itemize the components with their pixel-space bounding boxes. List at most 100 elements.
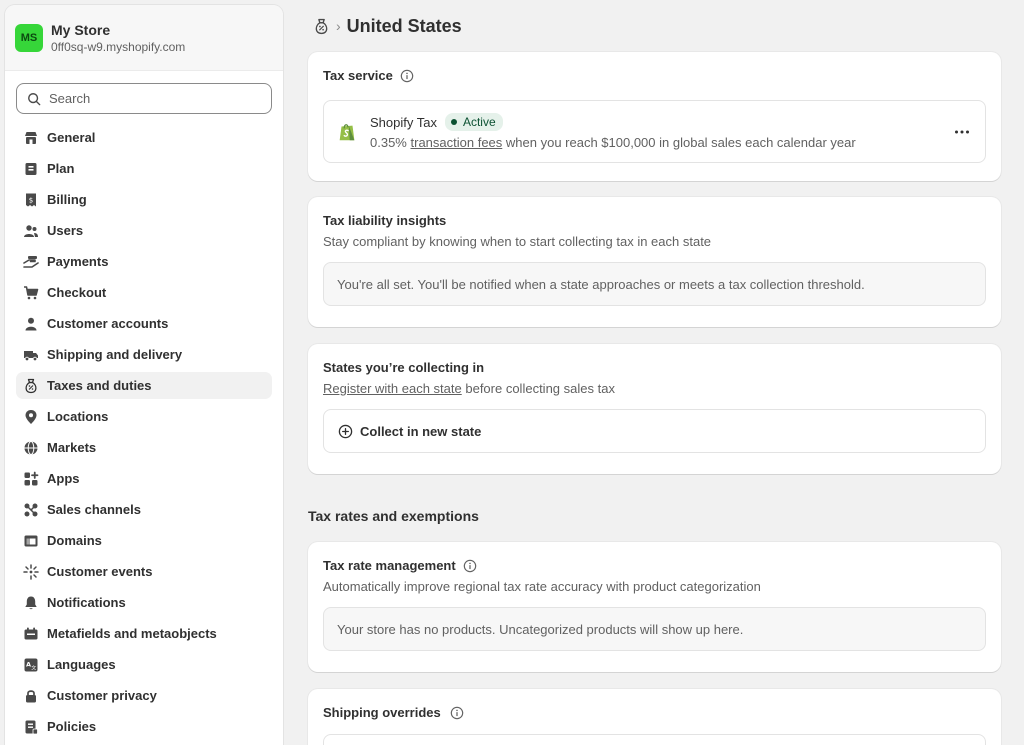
provider-name: Shopify Tax [370,114,437,130]
tax-liability-card: Tax liability insights Stay compliant by… [308,197,1001,327]
sidebar-item-label: Payments [47,254,109,269]
sidebar-item-label: Customer accounts [47,316,169,331]
status-dot [450,119,457,125]
sidebar-item-checkout[interactable]: Checkout [16,279,272,306]
card-title: Tax service [323,68,393,83]
sidebar-item-policies[interactable]: Policies [16,713,272,740]
status-badge: Active [444,113,503,131]
sidebar-item-label: Apps [47,471,80,486]
sidebar-item-metafields[interactable]: Metafields and metaobjects [16,620,272,647]
info-icon[interactable] [463,559,477,573]
search-icon [28,92,41,105]
page-title: United States [346,15,462,36]
more-actions-button[interactable] [951,122,973,142]
section-heading: Tax rates and exemptions [308,508,479,524]
person-icon [23,316,39,332]
ellipsis-icon [955,130,969,134]
card-title: Shipping overrides [323,705,441,720]
store-name: My Store [51,21,111,38]
sidebar-item-label: Sales channels [47,502,141,517]
sidebar-item-label: Taxes and duties [47,378,152,393]
sidebar-item-general[interactable]: General [16,124,272,151]
billing-icon: $ [23,192,39,208]
globe-icon [23,440,39,456]
users-icon [23,223,39,239]
sparkle-icon [23,563,39,580]
sidebar-item-customer-privacy[interactable]: Customer privacy [16,682,272,709]
info-icon[interactable] [450,706,464,720]
payments-icon [23,254,39,270]
metafields-icon [23,626,39,642]
sidebar-item-label: Billing [47,192,87,207]
fee-description: when you reach $100,000 in global sales … [505,135,856,150]
sidebar-item-label: Customer privacy [47,688,157,703]
cart-icon [23,285,39,301]
policies-icon [23,719,39,735]
sidebar-item-label: Locations [47,409,109,424]
svg-text:文: 文 [31,664,36,671]
sidebar-item-label: Metafields and metaobjects [47,626,217,641]
sidebar-item-locations[interactable]: Locations [16,403,272,430]
sidebar-item-plan[interactable]: Plan [16,155,272,182]
shopify-bag-icon [339,123,355,140]
sidebar-item-label: Shipping and delivery [47,347,183,362]
card-subtitle: Stay compliant by knowing when to start … [323,234,712,249]
sidebar-item-notifications[interactable]: Notifications [16,589,272,616]
collect-new-state-label: Collect in new state [360,423,482,439]
card-subtitle: before collecting sales tax [465,381,615,396]
collect-new-state-button[interactable]: Collect in new state [323,409,986,453]
plan-icon [23,161,39,177]
sidebar-item-users[interactable]: Users [16,217,272,244]
svg-text:A: A [26,660,31,668]
store-avatar: MS [15,23,43,52]
store-header[interactable]: MS My Store 0ff0sq-w9.myshopify.com [5,5,283,71]
sidebar-item-markets[interactable]: Markets [16,434,272,461]
card-title: Tax liability insights [323,213,447,228]
bell-icon [23,595,39,611]
sidebar-item-billing[interactable]: $ Billing [16,186,272,213]
sidebar-item-customer-accounts[interactable]: Customer accounts [16,310,272,337]
tax-bag-icon[interactable] [313,18,330,35]
sidebar-item-languages[interactable]: A文 Languages [16,651,272,678]
plus-circle-icon [338,424,353,438]
sidebar-item-label: Languages [47,657,116,672]
settings-nav: General Plan $ Billing Users Payments Ch… [16,124,272,744]
sidebar-item-label: Markets [47,440,97,455]
fee-rate: 0.35% [370,135,407,150]
search-box[interactable] [16,83,272,114]
card-title: Tax rate management [323,558,456,573]
languages-icon: A文 [23,657,39,673]
search-input[interactable] [49,91,249,106]
sidebar-item-label: Notifications [47,595,126,610]
sidebar-item-label: Policies [47,719,97,734]
transaction-fees-link[interactable]: transaction fees [411,135,503,150]
tax-service-card: Tax service Shopify Tax Active 0.35% tra… [308,52,1001,181]
sidebar-item-payments[interactable]: Payments [16,248,272,275]
info-icon[interactable] [400,69,414,83]
tax-service-box: Shopify Tax Active 0.35% transaction fee… [323,100,986,163]
sidebar-item-domains[interactable]: Domains [16,527,272,554]
store-icon [23,130,39,146]
lock-icon [23,688,39,704]
store-domain: 0ff0sq-w9.myshopify.com [51,39,186,54]
sidebar-item-label: Checkout [47,285,107,300]
states-collecting-card: States you’re collecting in Register wit… [308,344,1001,474]
register-states-link[interactable]: Register with each state [323,381,462,396]
status-label: Active [462,115,496,129]
domains-icon [23,533,39,549]
sidebar-item-label: General [47,130,96,145]
breadcrumb-separator: › [336,18,341,34]
sidebar-item-customer-events[interactable]: Customer events [16,558,272,585]
card-title: States you’re collecting in [323,360,485,375]
sidebar-item-label: Plan [47,161,75,176]
sidebar-item-label: Customer events [47,564,153,579]
truck-icon [23,347,39,363]
liability-notice: You're all set. You'll be notified when … [323,262,986,306]
sidebar-item-apps[interactable]: Apps [16,465,272,492]
sidebar-item-taxes-and-duties[interactable]: Taxes and duties [16,372,272,399]
sidebar-item-label: Users [47,223,84,238]
shipping-overrides-box [323,734,986,745]
sidebar-item-shipping[interactable]: Shipping and delivery [16,341,272,368]
breadcrumb: › United States [313,14,462,38]
sidebar-item-sales-channels[interactable]: Sales channels [16,496,272,523]
